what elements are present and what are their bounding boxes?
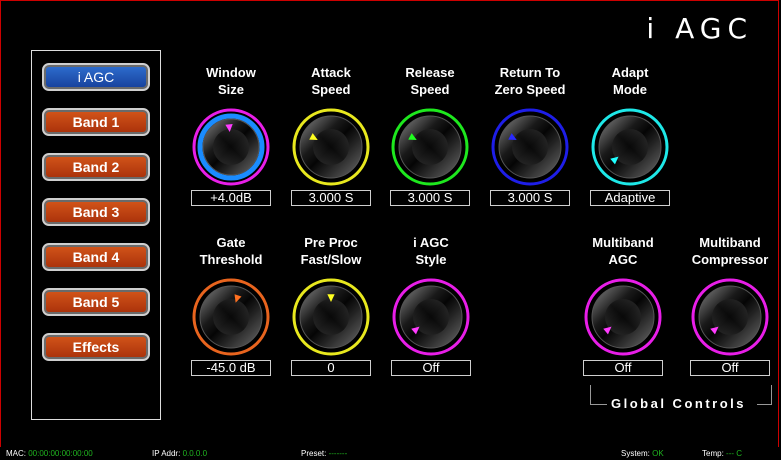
attack-speed-value[interactable]: 3.000 S [291, 190, 371, 206]
global-controls-bracket-right [757, 385, 772, 405]
release-speed-knob[interactable] [390, 107, 470, 187]
return-to-zero-label: Return To Zero Speed [480, 64, 580, 98]
global-controls-bracket-left [590, 385, 607, 405]
multiband-agc-label-line1: Multiband [592, 235, 654, 250]
nav-button-band3[interactable]: Band 3 [42, 198, 150, 226]
adapt-mode-label: Adapt Mode [580, 64, 680, 98]
preset-value: ------- [328, 449, 348, 458]
mac-status: MAC: 00:00:00:00:00:00 [6, 448, 93, 459]
attack-speed-label-line1: Attack [311, 65, 351, 80]
ip-status: IP Addr: 0.0.0.0 [152, 448, 207, 459]
app-title: i AGC [646, 12, 753, 45]
preset-label: Preset: [301, 449, 327, 458]
multiband-agc-label-line2: AGC [608, 252, 638, 267]
multiband-agc-label: Multiband AGC [573, 234, 673, 268]
gate-threshold-value[interactable]: -45.0 dB [191, 360, 271, 376]
window-size-knob[interactable] [191, 107, 271, 187]
nav-panel: i AGC Band 1 Band 2 Band 3 Band 4 Band 5… [31, 50, 161, 420]
pre-proc-label-line1: Pre Proc [304, 235, 358, 250]
system-label: System: [621, 449, 650, 458]
mac-label: MAC: [6, 449, 26, 458]
nav-button-band5[interactable]: Band 5 [42, 288, 150, 316]
status-bar: MAC: 00:00:00:00:00:00 IP Addr: 0.0.0.0 … [0, 447, 781, 460]
iagc-style-value[interactable]: Off [391, 360, 471, 376]
multiband-compressor-label-line2: Compressor [691, 252, 769, 267]
preset-status: Preset: ------- [301, 448, 347, 459]
adapt-mode-knob[interactable] [590, 107, 670, 187]
attack-speed-label: Attack Speed [281, 64, 381, 98]
temp-label: Temp: [702, 449, 724, 458]
system-value: OK [652, 449, 664, 458]
temp-status: Temp: --- C [702, 448, 742, 459]
adapt-mode-label-line1: Adapt [611, 65, 649, 80]
iagc-style-label-line2: Style [415, 252, 447, 267]
ip-label: IP Addr: [152, 449, 181, 458]
nav-button-effects[interactable]: Effects [42, 333, 150, 361]
multiband-compressor-label-line1: Multiband [699, 235, 761, 250]
multiband-compressor-label: Multiband Compressor [680, 234, 780, 268]
adapt-mode-value[interactable]: Adaptive [590, 190, 670, 206]
attack-speed-label-line2: Speed [311, 82, 351, 97]
window-size-label-line2: Size [217, 82, 244, 97]
multiband-compressor-knob[interactable] [690, 277, 770, 357]
return-to-zero-value[interactable]: 3.000 S [490, 190, 570, 206]
gate-threshold-label: Gate Threshold [181, 234, 281, 268]
release-speed-label-line2: Speed [410, 82, 450, 97]
iagc-style-knob[interactable] [391, 277, 471, 357]
nav-button-band1[interactable]: Band 1 [42, 108, 150, 136]
pre-proc-value[interactable]: 0 [291, 360, 371, 376]
gate-threshold-knob[interactable] [191, 277, 271, 357]
iagc-style-label: i AGC Style [381, 234, 481, 268]
multiband-agc-value[interactable]: Off [583, 360, 663, 376]
return-to-zero-knob[interactable] [490, 107, 570, 187]
multiband-agc-knob[interactable] [583, 277, 663, 357]
return-to-zero-label-line2: Zero Speed [494, 82, 566, 97]
window-size-value[interactable]: +4.0dB [191, 190, 271, 206]
attack-speed-knob[interactable] [291, 107, 371, 187]
global-controls-label: Global Controls [611, 396, 746, 411]
release-speed-label: Release Speed [380, 64, 480, 98]
nav-button-iagc[interactable]: i AGC [42, 63, 150, 91]
mac-value: 00:00:00:00:00:00 [28, 449, 93, 458]
release-speed-label-line1: Release [405, 65, 455, 80]
system-status: System: OK [621, 448, 664, 459]
temp-value: --- C [726, 449, 743, 458]
nav-button-band4[interactable]: Band 4 [42, 243, 150, 271]
pre-proc-label-line2: Fast/Slow [300, 252, 362, 267]
window-size-label-line1: Window [206, 65, 256, 80]
gate-threshold-label-line2: Threshold [199, 252, 263, 267]
nav-button-band2[interactable]: Band 2 [42, 153, 150, 181]
ip-value: 0.0.0.0 [182, 449, 208, 458]
release-speed-value[interactable]: 3.000 S [390, 190, 470, 206]
gate-threshold-label-line1: Gate [216, 235, 246, 250]
return-to-zero-label-line1: Return To [499, 65, 561, 80]
window-size-label: Window Size [181, 64, 281, 98]
multiband-compressor-value[interactable]: Off [690, 360, 770, 376]
iagc-style-label-line1: i AGC [413, 235, 449, 250]
pre-proc-knob[interactable] [291, 277, 371, 357]
pre-proc-label: Pre Proc Fast/Slow [281, 234, 381, 268]
adapt-mode-label-line2: Mode [613, 82, 647, 97]
